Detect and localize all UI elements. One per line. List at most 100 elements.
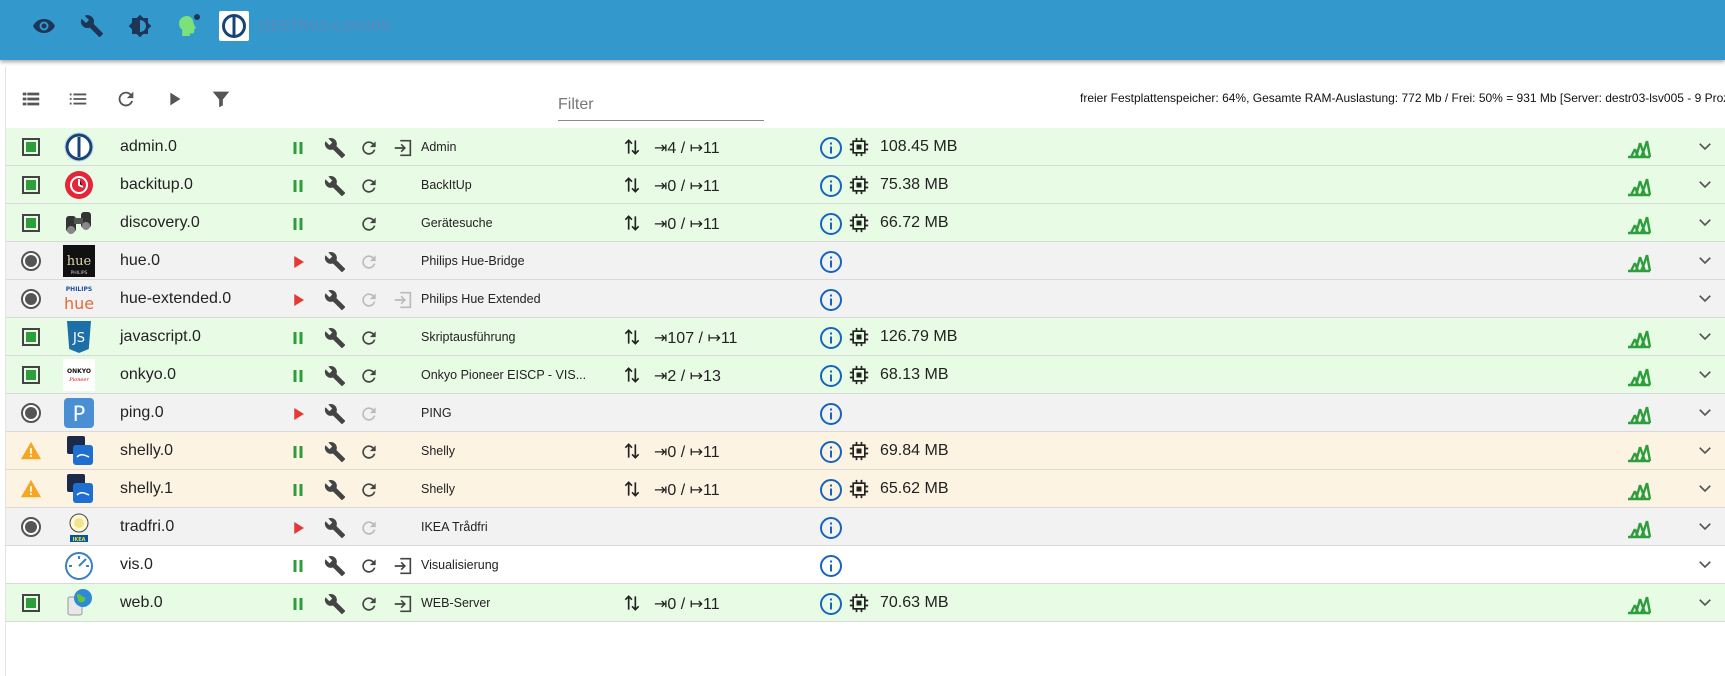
event-counter: ⇥0 / ↦11	[654, 178, 720, 195]
status-running-indicator	[20, 174, 42, 196]
chevron-down-icon[interactable]	[1696, 441, 1716, 461]
chevron-down-icon[interactable]	[1696, 517, 1716, 537]
instance-row: Pping.0 PING	[6, 394, 1725, 432]
list-view-icon[interactable]	[17, 85, 45, 113]
wrench-icon[interactable]	[324, 289, 346, 311]
host-name: DESTR03-LSV005	[259, 17, 391, 35]
restart-icon[interactable]	[358, 479, 380, 501]
connection-icon	[622, 327, 642, 347]
play-icon[interactable]	[287, 517, 309, 539]
restart-icon[interactable]	[358, 365, 380, 387]
instance-row: hue PHILIPS hue.0 Philips Hue-Bridge	[6, 242, 1725, 280]
memory-chip-icon	[849, 479, 869, 499]
info-icon[interactable]	[819, 516, 843, 540]
play-icon[interactable]	[287, 289, 309, 311]
adapter-logo: hue PHILIPS	[63, 245, 95, 277]
compact-list-icon[interactable]	[64, 85, 92, 113]
restart-icon[interactable]	[358, 213, 380, 235]
pause-icon[interactable]	[287, 593, 309, 615]
open-web-icon	[392, 289, 414, 311]
restart-icon[interactable]	[358, 441, 380, 463]
restart-icon[interactable]	[358, 593, 380, 615]
pause-icon[interactable]	[287, 137, 309, 159]
play-icon[interactable]	[160, 85, 188, 113]
info-icon[interactable]	[819, 288, 843, 312]
info-icon[interactable]	[819, 402, 843, 426]
ram-usage: 126.79 MB	[880, 328, 958, 345]
chevron-down-icon[interactable]	[1696, 213, 1716, 233]
chevron-down-icon[interactable]	[1696, 593, 1716, 613]
chevron-down-icon[interactable]	[1696, 137, 1716, 157]
play-icon[interactable]	[287, 403, 309, 425]
filter-input[interactable]	[558, 89, 764, 121]
expert-mode-icon[interactable]	[173, 11, 203, 41]
wrench-icon[interactable]	[324, 327, 346, 349]
status-running-indicator	[20, 326, 42, 348]
eye-icon[interactable]	[29, 11, 59, 41]
play-icon[interactable]	[287, 251, 309, 273]
wrench-icon[interactable]	[324, 175, 346, 197]
chevron-down-icon[interactable]	[1696, 365, 1716, 385]
ram-usage: 65.62 MB	[880, 480, 949, 497]
wrench-icon[interactable]	[324, 555, 346, 577]
ram-usage: 70.63 MB	[880, 594, 949, 611]
chevron-down-icon[interactable]	[1696, 327, 1716, 347]
wrench-icon[interactable]	[77, 11, 107, 41]
iobroker-logo	[219, 11, 249, 41]
wrench-icon[interactable]	[324, 403, 346, 425]
ram-usage: 69.84 MB	[880, 442, 949, 459]
instance-title: Philips Hue Extended	[421, 292, 541, 306]
restart-icon[interactable]	[358, 555, 380, 577]
pause-icon[interactable]	[287, 213, 309, 235]
instance-title: Admin	[421, 140, 457, 154]
info-icon[interactable]	[819, 174, 843, 198]
instance-name: hue.0	[120, 252, 161, 269]
adapter-logo: P	[63, 397, 95, 429]
chevron-down-icon[interactable]	[1696, 175, 1716, 195]
info-icon[interactable]	[819, 592, 843, 616]
wrench-icon[interactable]	[324, 441, 346, 463]
pause-icon[interactable]	[287, 327, 309, 349]
info-icon[interactable]	[819, 478, 843, 502]
info-icon[interactable]	[819, 136, 843, 160]
restart-icon[interactable]	[358, 137, 380, 159]
wrench-icon[interactable]	[324, 593, 346, 615]
wrench-icon[interactable]	[324, 517, 346, 539]
info-icon[interactable]	[819, 440, 843, 464]
refresh-icon[interactable]	[112, 85, 140, 113]
info-icon[interactable]	[819, 364, 843, 388]
filter-icon[interactable]	[207, 85, 235, 113]
instance-name: admin.0	[120, 138, 177, 155]
wrench-icon[interactable]	[324, 365, 346, 387]
memory-chip-icon	[849, 441, 869, 461]
chevron-down-icon[interactable]	[1696, 403, 1716, 423]
restart-icon[interactable]	[358, 175, 380, 197]
open-web-icon[interactable]	[392, 555, 414, 577]
pause-icon[interactable]	[287, 175, 309, 197]
pause-icon[interactable]	[287, 555, 309, 577]
event-counter: ⇥0 / ↦11	[654, 482, 720, 499]
wrench-icon[interactable]	[324, 479, 346, 501]
pause-icon[interactable]	[287, 365, 309, 387]
open-web-icon[interactable]	[392, 593, 414, 615]
info-icon[interactable]	[819, 326, 843, 350]
chevron-down-icon[interactable]	[1696, 555, 1716, 575]
wrench-icon[interactable]	[324, 251, 346, 273]
event-counter: ⇥0 / ↦11	[654, 596, 720, 613]
svg-text:PHILIPS: PHILIPS	[71, 270, 88, 276]
info-icon[interactable]	[819, 250, 843, 274]
pause-icon[interactable]	[287, 441, 309, 463]
info-icon[interactable]	[819, 212, 843, 236]
restart-icon[interactable]	[358, 327, 380, 349]
instance-title: Shelly	[421, 444, 456, 458]
wrench-icon[interactable]	[324, 137, 346, 159]
pause-icon[interactable]	[287, 479, 309, 501]
open-web-icon[interactable]	[392, 137, 414, 159]
chevron-down-icon[interactable]	[1696, 479, 1716, 499]
signal-icon	[1626, 477, 1652, 501]
svg-text:ONKYO: ONKYO	[67, 368, 91, 375]
info-icon[interactable]	[819, 554, 843, 578]
chevron-down-icon[interactable]	[1696, 289, 1716, 309]
brightness-icon[interactable]	[125, 11, 155, 41]
chevron-down-icon[interactable]	[1696, 251, 1716, 271]
